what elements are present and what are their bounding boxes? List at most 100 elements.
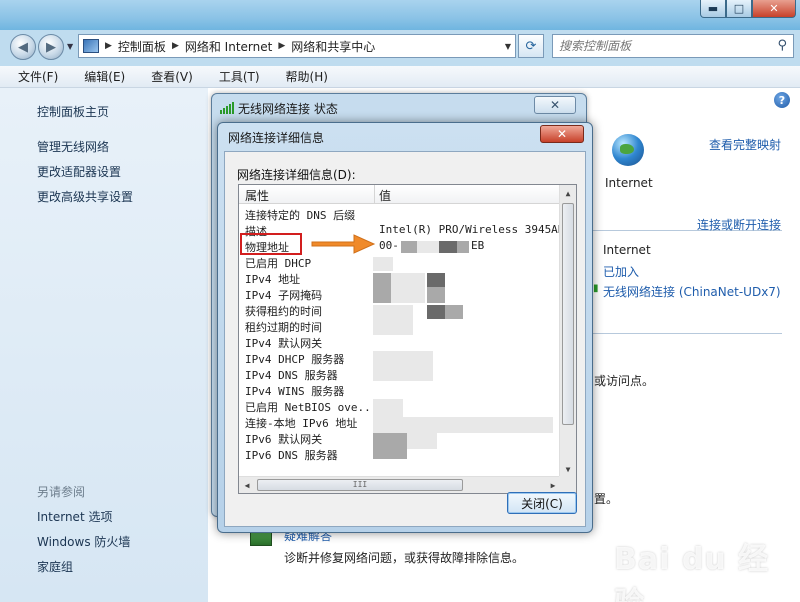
details-dialog-body: 网络连接详细信息(D): 属性 值 连接特定的 DNS 后缀 描述 Intel(R… [224, 151, 586, 527]
column-header-property[interactable]: 属性 [245, 187, 269, 204]
back-button[interactable]: ◀ [10, 34, 36, 60]
sidebar-link-advanced-sharing[interactable]: 更改高级共享设置 [37, 188, 133, 205]
navigation-bar: ◀ ▶ ▼ ▶ 控制面板 ▶ 网络和 Internet ▶ 网络和共享中心 ▼ … [0, 30, 800, 62]
column-header-value[interactable]: 值 [379, 187, 391, 204]
horizontal-scroll-thumb[interactable]: III [257, 479, 463, 491]
redacted-pixels [373, 351, 433, 381]
window-controls: ▬ □ ✕ [700, 0, 796, 18]
sidebar-link-adapter-settings[interactable]: 更改适配器设置 [37, 163, 121, 180]
help-icon[interactable]: ? [774, 92, 790, 108]
breadcrumb-network-internet[interactable]: 网络和 Internet [185, 38, 272, 55]
redacted-pixels [373, 449, 407, 459]
redacted-pixels [373, 305, 413, 335]
network-details-dialog: 网络连接详细信息 ✕ 网络连接详细信息(D): 属性 值 连接特定的 DNS 后… [217, 122, 593, 533]
recent-pages-dropdown[interactable]: ▼ [67, 42, 73, 51]
refresh-button[interactable]: ⟳ [518, 34, 544, 58]
redacted-pixels [445, 305, 463, 319]
status-dialog-close-button[interactable]: ✕ [534, 96, 576, 114]
forward-button[interactable]: ▶ [38, 34, 64, 60]
redacted-pixels [391, 273, 425, 303]
vertical-scroll-thumb[interactable] [562, 203, 574, 425]
internet-label: Internet [605, 176, 653, 190]
maximize-button[interactable]: □ [726, 0, 752, 18]
sidebar: 控制面板主页 管理无线网络 更改适配器设置 更改高级共享设置 另请参阅 Inte… [0, 88, 208, 602]
watermark-text: Bai du 经验 [614, 542, 770, 602]
address-bar[interactable]: ▶ 控制面板 ▶ 网络和 Internet ▶ 网络和共享中心 ▼ [78, 34, 516, 58]
list-item[interactable]: 已启用 NetBIOS ove... [245, 399, 561, 415]
breadcrumb-separator-icon: ▶ [278, 41, 286, 51]
search-icon[interactable]: ⚲ [777, 38, 787, 53]
troubleshoot-description: 诊断并修复网络问题，或获得故障排除信息。 [284, 551, 525, 565]
annotation-arrow-icon [311, 234, 376, 254]
scroll-left-icon[interactable]: ◀ [239, 477, 255, 493]
internet-globe-icon[interactable] [612, 134, 644, 166]
menu-tools[interactable]: 工具(T) [201, 68, 268, 85]
list-item[interactable]: IPv4 默认网关 [245, 335, 561, 351]
control-panel-icon [83, 39, 99, 53]
annotation-highlight-box [240, 233, 302, 255]
search-input[interactable] [553, 35, 763, 57]
redacted-pixels [373, 399, 403, 417]
scrollbar-corner [559, 476, 576, 493]
redacted-pixels [417, 241, 439, 253]
list-item[interactable]: 已启用 DHCP [245, 255, 561, 271]
sidebar-link-control-panel-home[interactable]: 控制面板主页 [37, 103, 109, 120]
connect-disconnect-link[interactable]: 连接或断开连接 [697, 216, 781, 233]
homegroup-value-link[interactable]: 已加入 [603, 263, 639, 280]
wireless-signal-icon: ▮ [593, 283, 599, 294]
details-list[interactable]: 属性 值 连接特定的 DNS 后缀 描述 Intel(R) PRO/Wireles… [238, 184, 577, 494]
address-dropdown-icon[interactable]: ▼ [505, 42, 511, 51]
list-item[interactable]: 连接特定的 DNS 后缀 [245, 207, 561, 223]
menu-help[interactable]: 帮助(H) [268, 68, 336, 85]
redacted-pixels [373, 257, 393, 271]
wireless-connection-link[interactable]: 无线网络连接 (ChinaNet-UDx7) [603, 283, 781, 300]
wireless-signal-icon [220, 102, 234, 114]
arrow-right-icon: ▶ [46, 39, 56, 55]
horizontal-scrollbar[interactable]: ◀ III ▶ [239, 476, 561, 493]
menu-view[interactable]: 查看(V) [133, 68, 201, 85]
status-dialog-title: 无线网络连接 状态 [238, 102, 338, 116]
section-divider [590, 333, 782, 334]
see-also-heading: 另请参阅 [37, 485, 86, 499]
refresh-icon: ⟳ [525, 38, 537, 54]
minimize-button[interactable]: ▬ [700, 0, 726, 18]
redacted-pixels [407, 433, 437, 449]
sidebar-link-windows-firewall[interactable]: Windows 防火墙 [37, 533, 130, 550]
redacted-pixels [439, 241, 457, 253]
partial-description-2: 置。 [594, 492, 619, 506]
redacted-pixels [373, 417, 553, 433]
menu-file[interactable]: 文件(F) [0, 68, 66, 85]
arrow-left-icon: ◀ [18, 39, 28, 55]
redacted-pixels [427, 305, 445, 319]
breadcrumb-separator-icon: ▶ [105, 41, 112, 51]
redacted-pixels [373, 273, 391, 303]
redacted-pixels [401, 241, 417, 253]
scroll-up-icon[interactable]: ▲ [560, 185, 576, 201]
redacted-pixels [427, 273, 445, 287]
breadcrumb-network-sharing-center[interactable]: 网络和共享中心 [291, 38, 375, 55]
redacted-pixels [373, 433, 407, 449]
vertical-scrollbar[interactable]: ▲ ▼ [559, 185, 576, 477]
menu-edit[interactable]: 编辑(E) [66, 68, 133, 85]
close-dialog-button[interactable]: 关闭(C) [507, 492, 577, 514]
redacted-pixels [427, 287, 445, 303]
title-bar: ▬ □ ✕ [0, 0, 800, 30]
breadcrumb-separator-icon: ▶ [171, 41, 179, 51]
partial-description-1: 或访问点。 [594, 374, 655, 388]
view-full-map-link[interactable]: 查看完整映射 [709, 136, 781, 153]
list-item[interactable]: IPv4 WINS 服务器 [245, 383, 561, 399]
sidebar-link-manage-wireless[interactable]: 管理无线网络 [37, 138, 109, 155]
close-button[interactable]: ✕ [752, 0, 796, 18]
breadcrumb-control-panel[interactable]: 控制面板 [118, 38, 166, 55]
chevron-down-icon: ▼ [67, 42, 74, 51]
scroll-down-icon[interactable]: ▼ [560, 461, 576, 477]
sidebar-link-internet-options[interactable]: Internet 选项 [37, 508, 112, 525]
search-box[interactable]: ⚲ [552, 34, 794, 58]
redacted-pixels [457, 241, 469, 253]
watermark-url: jingyan.baidu.com [640, 578, 742, 591]
physical-address-tail: EB [471, 239, 485, 252]
troubleshoot-icon [250, 532, 272, 546]
menu-bar: 文件(F) 编辑(E) 查看(V) 工具(T) 帮助(H) [0, 66, 800, 88]
details-dialog-close-icon[interactable]: ✕ [540, 125, 584, 143]
sidebar-link-homegroup[interactable]: 家庭组 [37, 558, 73, 575]
